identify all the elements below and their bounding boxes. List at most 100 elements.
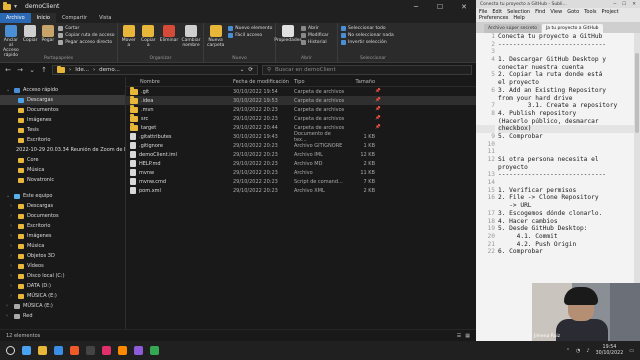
tab-inicio[interactable]: Inicio: [30, 13, 56, 23]
open-button[interactable]: Abrir: [301, 26, 329, 31]
file-row[interactable]: HELP.md 29/10/2022 20:23 Archivo MD 2 KB: [126, 159, 476, 168]
new-item-button[interactable]: Nuevo elemento: [228, 26, 272, 31]
edit-button[interactable]: Modificar: [301, 33, 329, 38]
clock[interactable]: 19:54 30/10/2022: [596, 345, 624, 357]
nav-item[interactable]: › Documentos: [0, 211, 125, 221]
copy-path-button[interactable]: Copiar ruta de acceso: [58, 33, 115, 38]
nav-item[interactable]: › Escritorio: [0, 221, 125, 231]
menu-help[interactable]: Help: [513, 15, 524, 21]
notifications-icon[interactable]: ▭: [629, 348, 634, 354]
breadcrumb-part[interactable]: Ide...: [75, 67, 89, 73]
maximize-icon[interactable]: ☐: [622, 2, 626, 7]
search-input[interactable]: ⚲ Buscar en demoClient: [262, 65, 472, 75]
nav-item[interactable]: Documentos: [0, 105, 125, 115]
column-size[interactable]: Tamaño: [345, 79, 375, 85]
menu-view[interactable]: View: [550, 9, 562, 15]
scroll-thumb[interactable]: [635, 53, 639, 133]
column-date[interactable]: Fecha de modificación: [233, 79, 294, 85]
menu-project[interactable]: Project: [602, 9, 619, 15]
github-desktop-icon[interactable]: [134, 346, 143, 355]
back-arrow-icon[interactable]: ←: [4, 66, 12, 74]
file-row[interactable]: .mvn 29/10/2022 20:23 Carpeta de archivos 📌: [126, 105, 476, 114]
tab-secret-file[interactable]: Archivo súper secreto: [484, 24, 541, 33]
file-row[interactable]: .gitattributes 30/10/2022 19:43 Documento …: [126, 131, 476, 143]
tiles-view-icon[interactable]: ▦: [465, 333, 470, 339]
select-none-button[interactable]: No seleccionar nada: [341, 33, 394, 38]
history-button[interactable]: Historial: [301, 40, 329, 45]
menu-preferences[interactable]: Preferences: [479, 15, 508, 21]
maximize-icon[interactable]: ☐: [428, 3, 452, 11]
nav-item[interactable]: ⌄ Este equipo: [0, 191, 125, 201]
chrome-icon[interactable]: [150, 346, 159, 355]
file-row[interactable]: src 29/10/2022 20:23 Carpeta de archivos 📌: [126, 114, 476, 123]
address-bar[interactable]: › Ide... › demo... ⌄ ⟳: [52, 65, 258, 75]
column-name[interactable]: Nombre: [126, 79, 233, 85]
windows-icon[interactable]: [22, 346, 31, 355]
nav-item[interactable]: › Disco local (C:): [0, 271, 125, 281]
recent-chevron-icon[interactable]: ⌄: [28, 66, 36, 74]
nav-item[interactable]: › DATA (D:): [0, 281, 125, 291]
file-date: 30/10/2022 19:53: [233, 97, 278, 104]
breadcrumb-part[interactable]: demo...: [99, 67, 120, 73]
sublime-titlebar: Conecta tu proyecto a GitHub - Subli... …: [476, 0, 640, 8]
wifi-icon[interactable]: ◔: [576, 348, 580, 354]
nav-item[interactable]: Escritorio: [0, 135, 125, 145]
column-type[interactable]: Tipo: [294, 79, 345, 85]
file-row[interactable]: pom.xml 29/10/2022 20:23 Archivo XML 2 KB: [126, 186, 476, 195]
nav-item[interactable]: › Red: [0, 311, 125, 321]
nav-item[interactable]: ⌄ Acceso rápido: [0, 85, 125, 95]
nav-item[interactable]: › Imágenes: [0, 231, 125, 241]
nav-item[interactable]: Imágenes: [0, 115, 125, 125]
nav-item[interactable]: Música: [0, 165, 125, 175]
nav-item[interactable]: Novatronic: [0, 175, 125, 185]
nav-item[interactable]: › MÚSICA (E:): [0, 301, 125, 311]
minimize-icon[interactable]: ─: [613, 2, 616, 7]
file-explorer-icon[interactable]: [38, 346, 47, 355]
address-dropdown-icon[interactable]: ⌄: [240, 67, 245, 73]
forward-arrow-icon[interactable]: →: [16, 66, 24, 74]
nav-item[interactable]: › Música: [0, 241, 125, 251]
volume-icon[interactable]: ♪: [586, 348, 589, 354]
close-icon[interactable]: ✕: [452, 3, 476, 11]
close-icon[interactable]: ✕: [632, 2, 636, 7]
brave-icon[interactable]: [70, 346, 79, 355]
nav-item[interactable]: › Descargas: [0, 201, 125, 211]
intellij-icon[interactable]: [102, 346, 111, 355]
chevron-up-icon[interactable]: ⌃: [566, 348, 570, 354]
nav-item[interactable]: › Objetos 3D: [0, 251, 125, 261]
nav-item[interactable]: 2022-10-29 20.03.34 Reunión de Zoom de E…: [0, 145, 125, 155]
nav-item[interactable]: › MÚSICA (E:): [0, 291, 125, 301]
nav-item[interactable]: Descargas: [0, 95, 125, 105]
nav-item[interactable]: › Vídeos: [0, 261, 125, 271]
file-row[interactable]: .gitignore 29/10/2022 20:23 Archivo GITIGN…: [126, 141, 476, 150]
undo-icon[interactable]: ▾: [14, 3, 17, 10]
terminal-icon[interactable]: [86, 346, 95, 355]
file-row[interactable]: mvnw.cmd 29/10/2022 20:23 Script de comand…: [126, 177, 476, 186]
up-arrow-icon[interactable]: ↑: [40, 66, 48, 74]
search-icon[interactable]: [6, 346, 15, 355]
menu-find[interactable]: Find: [535, 9, 545, 15]
folder-icon[interactable]: [3, 2, 11, 10]
tab-archivo[interactable]: Archivo: [0, 13, 31, 23]
nav-item[interactable]: Core: [0, 155, 125, 165]
mail-icon[interactable]: [54, 346, 63, 355]
easy-access-button[interactable]: Fácil acceso: [228, 33, 272, 38]
file-row[interactable]: .git 30/10/2022 19:54 Carpeta de archivos 📌: [126, 87, 476, 96]
nav-item[interactable]: Tesis: [0, 125, 125, 135]
tab-vista[interactable]: Vista: [93, 13, 117, 23]
minimize-icon[interactable]: ─: [404, 3, 428, 11]
sublime-icon[interactable]: [118, 346, 127, 355]
cut-button[interactable]: Cortar: [58, 26, 114, 31]
tab-github-notes[interactable]: Ja tu proyecto a GitHub: [541, 24, 603, 33]
invert-selection-button[interactable]: Invertir selección: [341, 40, 394, 45]
details-view-icon[interactable]: ☰: [457, 333, 461, 339]
paste-shortcut-button[interactable]: Pegar acceso directo: [58, 40, 114, 45]
file-row[interactable]: mvnw 29/10/2022 20:23 Archivo 11 KB: [126, 168, 476, 177]
refresh-icon[interactable]: ⟳: [248, 67, 253, 73]
menu-tools[interactable]: Tools: [584, 9, 596, 15]
menu-goto[interactable]: Goto: [567, 9, 579, 15]
file-row[interactable]: demoClient.iml 29/10/2022 20:23 Archivo IM…: [126, 150, 476, 159]
file-row[interactable]: .idea 30/10/2022 19:53 Carpeta de archivos…: [126, 96, 476, 105]
select-all-button[interactable]: Seleccionar todo: [341, 26, 394, 31]
tab-compartir[interactable]: Compartir: [56, 13, 93, 23]
